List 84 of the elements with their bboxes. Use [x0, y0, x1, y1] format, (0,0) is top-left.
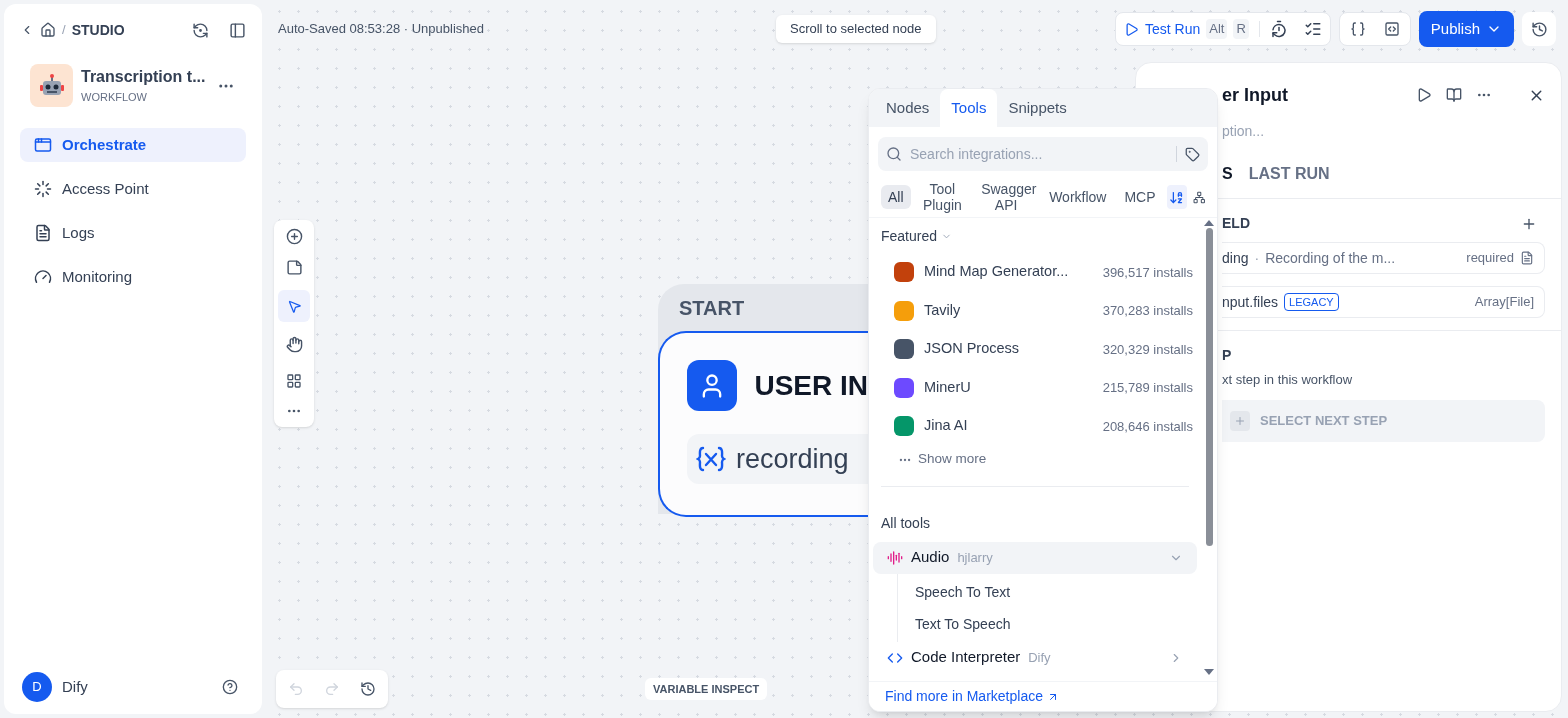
book-icon[interactable] — [1446, 87, 1462, 103]
nav-item[interactable]: Access Point — [20, 172, 246, 206]
breadcrumb-separator: / — [62, 21, 66, 40]
legacy-badge: LEGACY — [1284, 292, 1339, 312]
filter-chip[interactable]: Workflow — [1042, 185, 1114, 209]
hand-icon[interactable] — [285, 336, 303, 353]
node-header: START — [678, 296, 746, 321]
featured-tool-item[interactable]: Jina AI 208,646 installs — [881, 407, 1197, 446]
add-node-icon[interactable] — [285, 228, 303, 245]
nav-item[interactable]: Orchestrate — [20, 128, 246, 162]
history-button[interactable] — [1522, 12, 1556, 46]
featured-title: Featured — [881, 227, 938, 246]
user-avatar[interactable]: D — [22, 672, 52, 702]
tree-view-icon[interactable] — [1192, 189, 1205, 205]
search-icon — [886, 146, 902, 162]
all-tools-title: All tools — [881, 513, 932, 533]
history-icon[interactable] — [360, 681, 376, 697]
section-title: ELD — [1222, 214, 1250, 233]
publish-button[interactable]: Publish — [1418, 11, 1514, 47]
featured-tool-item[interactable]: Mind Map Generator... 396,517 installs — [881, 253, 1197, 292]
checklist-icon[interactable] — [1303, 20, 1322, 38]
start-node[interactable]: START USER IN recording — [658, 284, 868, 514]
scroll-to-node-button[interactable]: Scroll to selected node — [776, 15, 936, 43]
env-variables-icon[interactable] — [1349, 21, 1366, 37]
nav-item[interactable]: Logs — [20, 216, 246, 250]
play-icon — [1124, 21, 1139, 37]
tag-icon[interactable] — [1185, 146, 1200, 162]
input-field-row[interactable]: nput.files LEGACY Array[File] — [1222, 286, 1545, 318]
panel-tab[interactable]: S — [1222, 162, 1233, 186]
sort-icon[interactable] — [1169, 189, 1185, 205]
panel-toggle-icon[interactable] — [229, 21, 246, 39]
picker-tab[interactable]: Snippets — [997, 89, 1078, 127]
variable-inspect-button[interactable]: VARIABLE INSPECT — [645, 678, 768, 700]
pointer-icon[interactable] — [286, 298, 302, 314]
next-step-hint: xt step in this workflow — [1222, 371, 1354, 389]
tool-provider-item[interactable]: Audio hjlarry — [873, 541, 1197, 574]
document-icon — [1520, 251, 1534, 265]
nav-icon — [34, 224, 52, 242]
audio-icon — [887, 549, 903, 566]
node-icon — [687, 360, 738, 411]
search-input[interactable]: Search integrations... — [910, 143, 1168, 165]
help-icon[interactable] — [222, 679, 238, 695]
panel-tab[interactable]: LAST RUN — [1248, 162, 1330, 186]
user-name: Dify — [62, 676, 88, 697]
note-icon[interactable] — [285, 259, 303, 276]
breadcrumb-title: STUDIO — [71, 20, 125, 40]
timer-icon[interactable] — [1269, 20, 1288, 38]
tool-provider-item[interactable]: Code Interpreter Dify — [873, 641, 1197, 674]
tool-item[interactable]: Speech To Text — [898, 575, 1197, 608]
filter-chip[interactable]: MCP — [1117, 185, 1163, 209]
search-field[interactable]: Search integrations... — [878, 137, 1208, 171]
nav-icon — [34, 268, 52, 286]
input-field-row[interactable]: ding · Recording of the m... required — [1222, 242, 1545, 274]
node-variable: recording — [687, 434, 868, 484]
shortcut-key: Alt — [1206, 19, 1228, 39]
filter-chip[interactable]: Tool Plugin — [914, 177, 971, 217]
save-status: Auto-Saved 08:53:28 · Unpublished — [278, 20, 485, 39]
node-title: USER IN — [754, 368, 868, 403]
picker-tab[interactable]: Tools — [940, 89, 998, 127]
description-field[interactable]: ption... — [1222, 121, 1422, 142]
featured-tool-item[interactable]: MinerU 215,789 installs — [881, 368, 1197, 407]
app-type: WORKFLOW — [81, 90, 148, 106]
nav-icon — [34, 180, 52, 198]
featured-tool-item[interactable]: JSON Process 320,329 installs — [881, 330, 1197, 369]
tool-item[interactable]: Text To Speech — [898, 607, 1197, 640]
filter-chip[interactable]: All — [881, 185, 911, 209]
nav-item[interactable]: Monitoring — [20, 260, 246, 294]
plus-icon — [1234, 414, 1246, 427]
picker-tab[interactable]: Nodes — [875, 89, 941, 127]
next-step-title: P — [1222, 346, 1233, 365]
app-name: Transcription t... — [81, 67, 207, 88]
home-icon[interactable] — [40, 22, 56, 38]
featured-tool-item[interactable]: Tavily 370,283 installs — [881, 291, 1197, 330]
filter-chip[interactable]: Swagger API — [974, 177, 1039, 217]
panel-title: er Input — [1222, 83, 1288, 107]
show-more-link[interactable]: Show more — [881, 447, 1197, 472]
refresh-icon[interactable] — [192, 21, 209, 39]
nav-icon — [34, 136, 52, 154]
run-icon[interactable] — [1416, 87, 1432, 103]
layout-icon[interactable] — [286, 373, 302, 389]
history-icon — [1530, 20, 1548, 38]
test-run-button[interactable]: Test Run — [1124, 18, 1201, 40]
marketplace-link[interactable]: Find more in Marketplace — [885, 686, 1059, 707]
shortcut-key: R — [1233, 19, 1249, 39]
